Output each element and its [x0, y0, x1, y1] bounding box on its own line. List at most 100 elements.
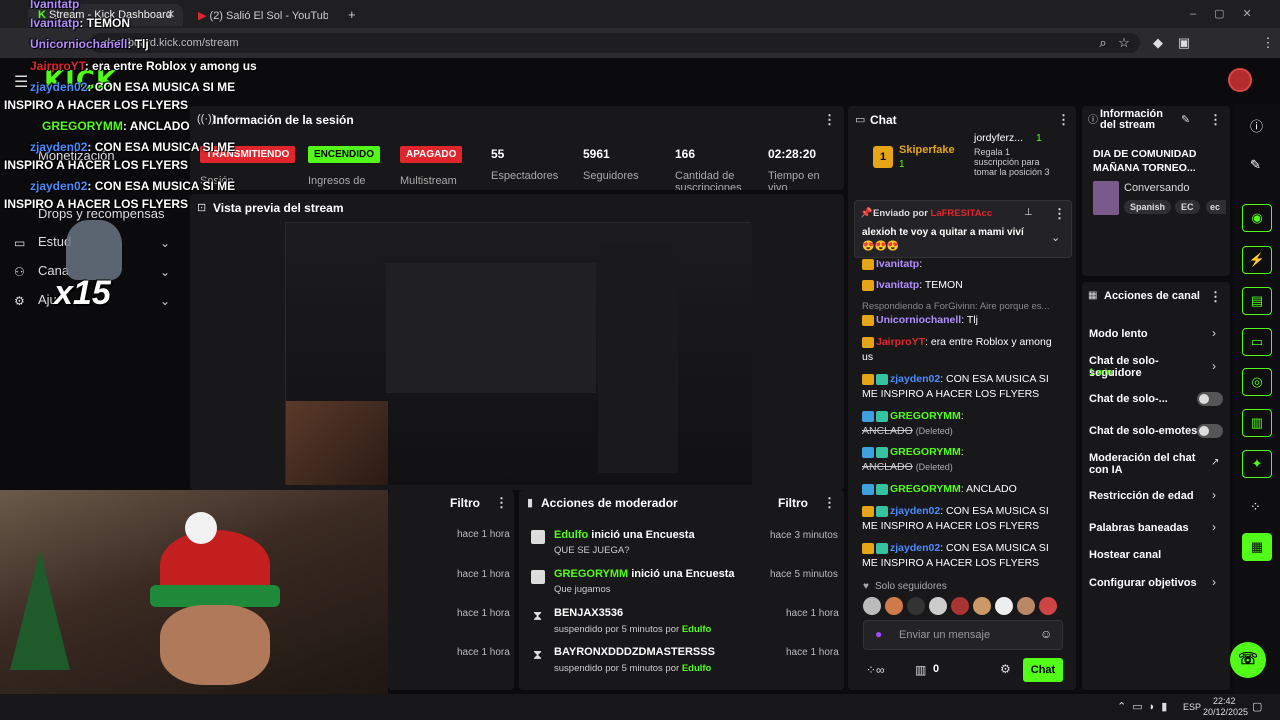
user-avatar[interactable] [1228, 68, 1252, 92]
emoji-icon[interactable]: ☺ [1040, 627, 1052, 641]
chat-message[interactable]: Ivanitatp: [862, 257, 1062, 272]
chevron-right-icon[interactable]: › [1212, 326, 1216, 340]
stream-preview-video[interactable] [285, 222, 752, 485]
action-configure-goals[interactable]: Configurar objetivos [1089, 577, 1197, 589]
extension-icon[interactable]: ◆ [1150, 35, 1166, 51]
unpin-icon[interactable]: ⊥ [1024, 207, 1033, 218]
chevron-down-icon[interactable]: ⌄ [160, 236, 170, 250]
gift-prompt[interactable]: Regala 1 suscripción para tomar la posic… [974, 147, 1054, 181]
chat-message[interactable]: zjayden02: CON ESA MUSICA SI ME INSPIRO … [862, 504, 1062, 534]
window-controls[interactable]: –▢✕ [1190, 7, 1270, 20]
viewer-avatars-row [863, 597, 1063, 615]
chat-message[interactable]: GREGORYMM: ANCLADO [862, 482, 1062, 497]
tag-chip[interactable]: Spanish [1124, 200, 1172, 214]
chevron-right-icon[interactable]: › [1212, 359, 1216, 373]
stat-label-subscriptions: Cantidad de suscripciones [675, 170, 742, 190]
notification-icon[interactable]: ▢ [1252, 700, 1262, 713]
language-indicator[interactable]: ESP [1183, 702, 1201, 712]
top-gifter-count: 1 [899, 159, 905, 170]
new-tab-icon[interactable]: + [348, 7, 356, 22]
tag-chip[interactable]: EC [1175, 200, 1200, 214]
chevron-down-icon[interactable]: ⌄ [160, 265, 170, 279]
more-options-icon[interactable]: ⋮ [495, 495, 508, 511]
action-subscribers-only[interactable]: Chat de solo-... [1089, 393, 1168, 405]
chevron-down-icon[interactable]: ⌄ [160, 294, 170, 308]
emotes-only-toggle[interactable] [1197, 424, 1223, 438]
info-circle-icon[interactable]: ⓘ [1250, 116, 1263, 135]
points-count: 0 [933, 663, 940, 675]
hamburger-menu-icon[interactable]: ☰ [14, 72, 28, 92]
chat-message[interactable]: JairproYT: era entre Roblox y among us [862, 335, 1062, 365]
chat-settings-gear-icon[interactable]: ⚙ [1000, 662, 1011, 676]
store-icon[interactable]: ▥ [915, 663, 926, 677]
action-slow-mode[interactable]: Modo lento [1089, 328, 1148, 340]
subscribers-only-toggle[interactable] [1197, 392, 1223, 406]
chevron-down-icon[interactable]: ⌄ [1051, 231, 1060, 244]
users-icon[interactable]: ⁘ [1250, 499, 1261, 515]
chat-message[interactable]: Unicorniochanell: Tlj [862, 313, 1062, 328]
gift-user-name[interactable]: jordyferz... [974, 132, 1023, 144]
top-gifter-name[interactable]: Skiperfake [899, 144, 955, 156]
chevron-right-icon[interactable]: › [1212, 575, 1216, 589]
channel-actions-panel [1082, 282, 1230, 690]
mod-action-row: GREGORYMM inició una Encuesta [554, 568, 735, 580]
more-options-icon[interactable]: ⋮ [1209, 289, 1222, 305]
tray-icons[interactable]: ⌃▭◗▮ [1117, 700, 1173, 713]
bookmark-star-icon[interactable]: ☆ [1116, 35, 1132, 51]
more-options-icon[interactable]: ⋮ [1057, 112, 1070, 128]
stat-live-time: 02:28:20 [768, 147, 817, 161]
send-chat-button[interactable]: Chat [1023, 658, 1063, 682]
url-input[interactable]: dashboard.kick.com/stream [90, 33, 1140, 53]
rail-chat-button[interactable]: ▭ [1242, 328, 1272, 356]
external-link-icon[interactable]: ↗ [1211, 457, 1219, 468]
puzzle-icon[interactable]: ▣ [1176, 35, 1192, 51]
edit-pencil-icon[interactable]: ✎ [1181, 113, 1190, 126]
os-taskbar [0, 694, 1280, 720]
rail-layout-button[interactable]: ▥ [1242, 409, 1272, 437]
support-chat-button[interactable]: ☏ [1230, 642, 1266, 678]
chat-message[interactable]: zjayden02: CON ESA MUSICA SI ME INSPIRO … [862, 541, 1062, 571]
more-options-icon[interactable]: ⋮ [823, 112, 836, 128]
close-icon[interactable]: ✕ [166, 8, 175, 21]
mod-badge-icon [862, 410, 874, 422]
more-options-icon[interactable]: ⋮ [1209, 112, 1222, 128]
category-thumbnail [1093, 181, 1119, 215]
feed-time: hace 1 hora [457, 647, 510, 658]
action-ai-moderation[interactable]: Moderación del chat con IA [1089, 452, 1201, 476]
chevron-right-icon[interactable]: › [1212, 520, 1216, 534]
action-emotes-only[interactable]: Chat de solo-emotes [1089, 425, 1197, 437]
rail-wrench-button[interactable]: ✦ [1242, 450, 1272, 478]
menu-icon[interactable]: ⋮ [1260, 35, 1276, 51]
action-host-channel[interactable]: Hostear canal [1089, 549, 1161, 561]
rail-bolt-button[interactable]: ⚡ [1242, 246, 1272, 274]
chat-bubble-icon: ▭ [855, 114, 866, 126]
overlay-chat-line: zjayden02: CON ESA MUSICA SI ME [30, 80, 236, 94]
rail-clapper-button[interactable]: ▦ [1242, 533, 1272, 561]
zoom-icon[interactable]: ⌕ [1095, 35, 1111, 51]
filter-button[interactable]: Filtro [778, 496, 808, 510]
category-name[interactable]: Conversando [1124, 182, 1189, 194]
tab-youtube[interactable]: ▶ (2) Salió El Sol - YouTube [188, 4, 328, 26]
pin-icon: 📌 [860, 208, 873, 219]
rail-broadcast-button[interactable]: ◎ [1242, 368, 1272, 396]
microphone-icon[interactable]: ● [875, 627, 882, 641]
tag-chip[interactable]: ec [1206, 200, 1226, 214]
users-icon[interactable]: ⁘∞ [866, 663, 885, 677]
chat-message[interactable]: zjayden02: CON ESA MUSICA SI ME INSPIRO … [862, 372, 1062, 402]
more-options-icon[interactable]: ⋮ [1053, 206, 1066, 222]
more-options-icon[interactable]: ⋮ [823, 495, 836, 511]
rail-camera-button[interactable]: ◉ [1242, 204, 1272, 232]
chat-message[interactable]: Ivanitatp: TEMON [862, 278, 1062, 293]
filter-button[interactable]: Filtro [450, 496, 480, 510]
chat-message[interactable]: GREGORYMM: ANCLADO (Deleted) [862, 409, 1062, 439]
edit-pencil-icon[interactable]: ✎ [1250, 157, 1261, 173]
action-age-restriction[interactable]: Restricción de edad [1089, 490, 1194, 502]
stream-preview-title: Vista previa del stream [213, 201, 344, 215]
action-banned-words[interactable]: Palabras baneadas [1089, 522, 1189, 534]
info-icon: ⓘ [1088, 115, 1098, 126]
mod-badge-icon [862, 483, 874, 495]
chat-message[interactable]: GREGORYMM: ANCLADO (Deleted) [862, 445, 1062, 475]
chevron-right-icon[interactable]: › [1212, 488, 1216, 502]
feed-time: hace 1 hora [457, 608, 510, 619]
rail-document-button[interactable]: ▤ [1242, 287, 1272, 315]
